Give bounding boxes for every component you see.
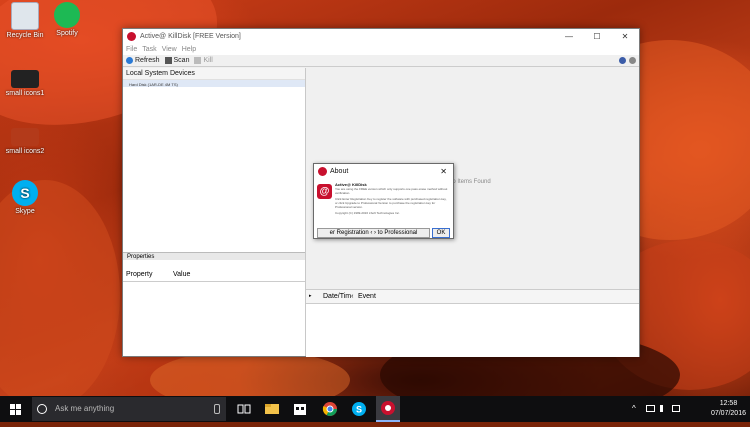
image-file-icon: [11, 128, 39, 146]
about-line: Copyright (C) 1999-2016 LSoft Technologi…: [335, 211, 400, 215]
about-line: or click Upgrade to Professional Version…: [335, 201, 436, 209]
desktop-icon-label: small icons1: [5, 90, 45, 97]
desktop-icon-label: small icons2: [5, 148, 45, 155]
column-property[interactable]: Property: [126, 269, 152, 281]
about-buttons: er Registration ‹ › to Professional OK: [317, 227, 450, 238]
killdisk-app-icon: [318, 166, 327, 176]
desktop-icon-small-icons1[interactable]: small icons1: [0, 70, 50, 97]
cortana-icon: [37, 404, 47, 414]
image-file-icon: [11, 70, 39, 88]
refresh-button[interactable]: Refresh: [126, 57, 160, 64]
tray-chevron-icon[interactable]: ^: [632, 404, 636, 413]
refresh-label: Refresh: [135, 57, 160, 64]
store-button[interactable]: [290, 399, 310, 419]
column-expand-arrow[interactable]: ▸: [309, 290, 312, 303]
cortana-search[interactable]: Ask me anything: [32, 397, 226, 421]
menu-file[interactable]: File: [126, 44, 137, 55]
devices-header: Local System Devices: [123, 68, 305, 80]
folder-icon: [265, 404, 279, 414]
desktop-icon-small-icons2[interactable]: small icons2: [0, 128, 50, 155]
about-text: Active@ KillDisk You are using the FREE …: [335, 183, 449, 216]
kill-label: Kill: [203, 57, 213, 64]
about-line: You are using the FREE version which onl…: [335, 187, 448, 195]
windows-icon: [10, 404, 21, 415]
menu-bar: File Task View Help: [123, 44, 639, 55]
killdisk-icon: [381, 401, 395, 415]
about-close-button[interactable]: ✕: [440, 167, 447, 176]
skype-icon: S: [352, 402, 366, 416]
skype-taskbar-button[interactable]: S: [349, 399, 369, 419]
close-button[interactable]: ✕: [611, 29, 639, 44]
clock[interactable]: 12:58 07/07/2016: [711, 399, 746, 419]
store-icon: [294, 404, 306, 415]
killdisk-logo: @: [317, 184, 332, 199]
maximize-button[interactable]: ☐: [583, 29, 611, 44]
properties-columns: Property Value: [123, 269, 305, 282]
about-dialog: About ✕ @ Active@ KillDisk You are using…: [313, 163, 454, 239]
log-columns: ▸ Date/Tim‹ Event: [306, 290, 639, 304]
recycle-bin-icon: [11, 2, 39, 30]
network-icon[interactable]: [646, 405, 655, 412]
desktop-icon-spotify[interactable]: Spotify: [42, 2, 92, 37]
killdisk-taskbar-button[interactable]: [376, 396, 400, 422]
ok-button[interactable]: OK: [432, 227, 450, 238]
file-explorer-button[interactable]: [262, 399, 282, 419]
svg-text:S: S: [356, 405, 362, 415]
killdisk-app-icon: [127, 32, 136, 41]
desktop-icon-label: Skype: [15, 208, 35, 215]
desktop-icon-skype[interactable]: S Skype: [0, 180, 50, 215]
column-datetime[interactable]: Date/Tim‹: [323, 290, 353, 303]
spotify-icon: [54, 2, 80, 28]
column-event[interactable]: Event: [358, 290, 376, 303]
scan-icon: [164, 57, 172, 64]
kill-icon: [194, 57, 202, 64]
scan-button[interactable]: Scan: [164, 57, 190, 64]
no-items-text: No Items Found: [448, 179, 491, 185]
registration-button[interactable]: er Registration ‹ › to Professional: [317, 227, 430, 238]
toolbar: Refresh Scan Kill: [123, 55, 639, 67]
microphone-icon[interactable]: [214, 404, 220, 414]
skype-icon: S: [12, 180, 38, 206]
settings-icon[interactable]: [629, 57, 636, 64]
volume-icon[interactable]: [660, 405, 667, 412]
task-view-icon: [237, 404, 251, 414]
chrome-icon: [322, 402, 337, 416]
about-body: @ Active@ KillDisk You are using the FRE…: [314, 178, 453, 228]
log-pane: ▸ Date/Tim‹ Event: [306, 289, 639, 357]
menu-help[interactable]: Help: [182, 44, 196, 55]
clock-date: 07/07/2016: [710, 410, 746, 417]
taskbar: Ask me anything S ^ 12:58 07/07/2016: [0, 396, 750, 422]
properties-header: Properties: [123, 252, 305, 260]
desktop-icon-label: Spotify: [56, 30, 78, 37]
kill-button[interactable]: Kill: [194, 57, 213, 64]
help-icon[interactable]: [619, 57, 626, 64]
task-view-button[interactable]: [234, 399, 254, 419]
scan-label: Scan: [173, 57, 190, 64]
column-value[interactable]: Value: [173, 269, 190, 281]
chrome-button[interactable]: [320, 399, 340, 419]
clock-time: 12:58: [719, 400, 738, 407]
refresh-icon: [126, 57, 133, 64]
device-row[interactable]: [123, 87, 305, 94]
window-title: Active@ KillDisk [FREE Version]: [140, 33, 241, 40]
notification-icon[interactable]: [672, 405, 680, 412]
devices-pane: Local System Devices Hard Disk (1AR-DE 4…: [123, 68, 306, 356]
device-row[interactable]: Hard Disk (1AR-DE 4M TS): [123, 80, 305, 87]
menu-task[interactable]: Task: [142, 44, 156, 55]
menu-view[interactable]: View: [162, 44, 177, 55]
title-bar[interactable]: Active@ KillDisk [FREE Version] — ☐ ✕: [123, 29, 639, 44]
about-title: About: [330, 167, 349, 175]
start-button[interactable]: [0, 396, 32, 422]
about-title-bar[interactable]: About ✕: [314, 164, 453, 178]
minimize-button[interactable]: —: [555, 29, 583, 44]
search-placeholder: Ask me anything: [55, 404, 115, 413]
